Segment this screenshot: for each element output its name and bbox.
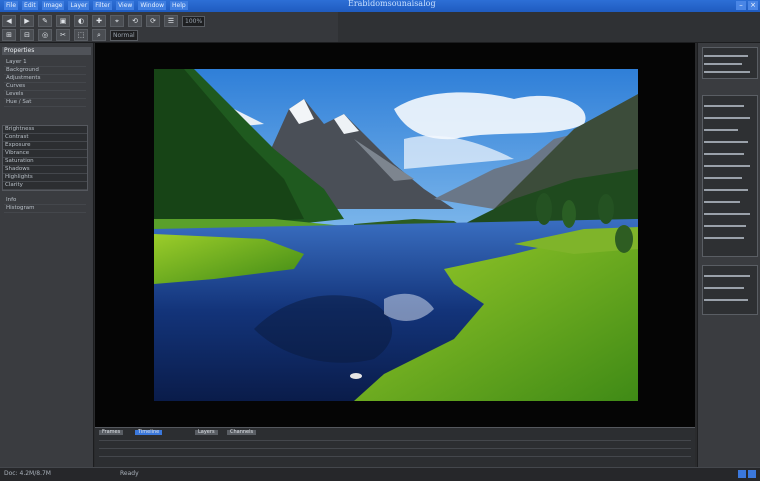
slider-track[interactable] [704, 177, 742, 179]
undo-icon[interactable]: ⟲ [128, 15, 142, 27]
layers-box [702, 265, 758, 315]
list-item[interactable]: Layer 1 [4, 59, 86, 67]
blend-mode-select[interactable]: Normal [110, 29, 138, 41]
menu-image[interactable]: Image [41, 1, 65, 10]
slider-track[interactable] [704, 165, 750, 167]
zoom-icon[interactable]: ⌕ [92, 29, 106, 41]
list-item[interactable]: Brightness [3, 126, 87, 134]
tab-timeline[interactable]: Timeline [135, 430, 163, 435]
toolbar-empty-area [338, 12, 760, 43]
status-icon[interactable] [738, 470, 746, 478]
slider-track[interactable] [704, 105, 744, 107]
adjustment-sliders-box [702, 95, 758, 257]
timeline-track [99, 456, 691, 457]
circle-icon[interactable]: ◎ [38, 29, 52, 41]
slider-track[interactable] [704, 63, 742, 65]
list-item[interactable]: Histogram [4, 205, 86, 213]
cut-icon[interactable]: ✂ [56, 29, 70, 41]
slider-track[interactable] [704, 237, 744, 239]
menu-file[interactable]: File [4, 1, 19, 10]
title-bar: File Edit Image Layer Filter View Window… [0, 0, 760, 12]
window-title: Erabidomsounaisalog [348, 0, 436, 8]
slider-track[interactable] [704, 213, 750, 215]
list-item[interactable]: Hue / Sat [4, 99, 86, 107]
slider-track[interactable] [704, 153, 744, 155]
grid-icon[interactable]: ⊞ [2, 29, 16, 41]
window-controls: – × [736, 1, 758, 10]
marquee-icon[interactable]: ▣ [56, 15, 70, 27]
collapse-icon[interactable]: ⊟ [20, 29, 34, 41]
layer-list: Layer 1 Background Adjustments Curves Le… [4, 59, 86, 107]
slider-track[interactable] [704, 299, 748, 301]
menu-layer[interactable]: Layer [68, 1, 90, 10]
slider-track[interactable] [704, 71, 750, 73]
slider-track[interactable] [704, 225, 746, 227]
menu-view[interactable]: View [116, 1, 135, 10]
menu-icon[interactable]: ☰ [164, 15, 178, 27]
list-item[interactable]: Levels [4, 91, 86, 99]
left-panel: Properties Layer 1 Background Adjustment… [0, 43, 94, 467]
brush-icon[interactable]: ✎ [38, 15, 52, 27]
minimize-button[interactable]: – [736, 1, 746, 10]
slider-track[interactable] [704, 141, 748, 143]
landscape-image [154, 69, 638, 401]
panel-header: Properties [2, 47, 91, 55]
adjustments-box: Brightness Contrast Exposure Vibrance Sa… [2, 125, 88, 191]
list-item[interactable]: Background [4, 67, 86, 75]
add-icon[interactable]: ✚ [92, 15, 106, 27]
back-icon[interactable]: ◀ [2, 15, 16, 27]
slider-track[interactable] [704, 55, 748, 57]
target-icon[interactable]: ⌖ [110, 15, 124, 27]
tab-channels[interactable]: Channels [227, 430, 257, 435]
tab-layers[interactable]: Layers [195, 430, 218, 435]
doc-size-text: Doc: 4.2M/8.7M [4, 470, 51, 477]
menu-help[interactable]: Help [169, 1, 188, 10]
menu-window[interactable]: Window [138, 1, 166, 10]
menu-filter[interactable]: Filter [93, 1, 113, 10]
status-icon[interactable] [748, 470, 756, 478]
list-item[interactable]: Shadows [3, 166, 87, 174]
status-icons [738, 470, 756, 478]
status-text: Ready [120, 470, 139, 477]
list-item[interactable]: Adjustments [4, 75, 86, 83]
timeline-panel: Frames Timeline Layers Channels [95, 427, 695, 468]
frame-icon[interactable]: ⬚ [74, 29, 88, 41]
info-list: Info Histogram [4, 197, 86, 213]
slider-track[interactable] [704, 275, 750, 277]
menu-edit[interactable]: Edit [22, 1, 38, 10]
contrast-icon[interactable]: ◐ [74, 15, 88, 27]
tool-options-bar: ◀ ▶ ✎ ▣ ◐ ✚ ⌖ ⟲ ⟳ ☰ 100% ⊞ ⊟ ◎ ✂ ⬚ ⌕ Nor… [0, 12, 338, 43]
list-item[interactable]: Curves [4, 83, 86, 91]
slider-track[interactable] [704, 129, 738, 131]
timeline-track [99, 448, 691, 449]
status-bar: Doc: 4.2M/8.7M Ready [0, 467, 760, 481]
zoom-field[interactable]: 100% [182, 15, 206, 27]
list-item[interactable]: Clarity [3, 182, 87, 190]
close-button[interactable]: × [748, 1, 758, 10]
list-item[interactable]: Contrast [3, 134, 87, 142]
right-panel [697, 43, 760, 467]
forward-icon[interactable]: ▶ [20, 15, 34, 27]
list-item[interactable]: Exposure [3, 142, 87, 150]
list-item[interactable]: Saturation [3, 158, 87, 166]
slider-track[interactable] [704, 189, 748, 191]
timeline-track [99, 440, 691, 441]
slider-track[interactable] [704, 201, 740, 203]
menu-bar: File Edit Image Layer Filter View Window… [4, 1, 188, 10]
list-item[interactable]: Highlights [3, 174, 87, 182]
canvas-area[interactable] [95, 43, 695, 427]
slider-track[interactable] [704, 287, 744, 289]
list-item[interactable]: Vibrance [3, 150, 87, 158]
slider-track[interactable] [704, 117, 750, 119]
redo-icon[interactable]: ⟳ [146, 15, 160, 27]
tab-frames[interactable]: Frames [99, 430, 124, 435]
list-item[interactable]: Info [4, 197, 86, 205]
